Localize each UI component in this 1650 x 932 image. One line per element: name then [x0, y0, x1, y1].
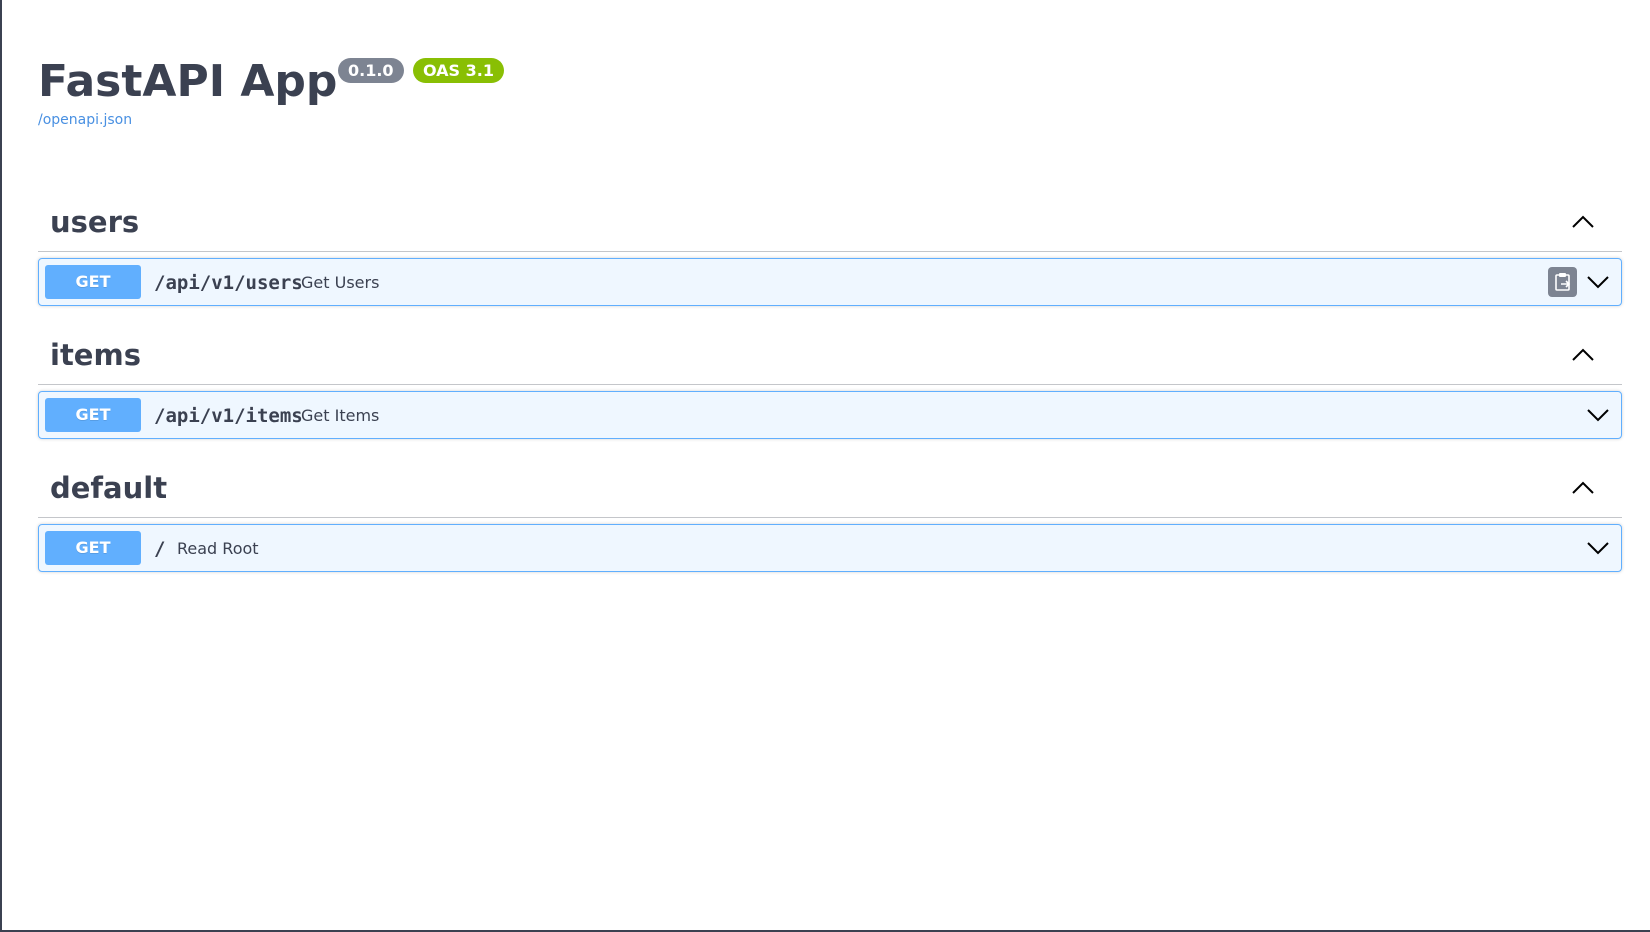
api-info: FastAPI App 0.1.0 OAS 3.1 /openapi.json [38, 0, 1622, 175]
tag-header-default[interactable]: default [38, 441, 1622, 518]
operation-summary: Get Items [301, 406, 380, 425]
operation-summary: Get Users [301, 273, 380, 292]
operation-summary: Read Root [177, 539, 259, 558]
method-badge: GET [45, 398, 141, 432]
chevron-up-icon[interactable] [1570, 342, 1596, 368]
method-badge: GET [45, 531, 141, 565]
tag-section-users: users GET /api/v1/users Get Users [38, 175, 1622, 308]
tag-header-items[interactable]: items [38, 308, 1622, 385]
tag-section-default: default GET / Read Root [38, 441, 1622, 574]
api-title: FastAPI App [38, 56, 338, 107]
operation-get-items[interactable]: GET /api/v1/items Get Items [38, 391, 1622, 439]
chevron-down-icon[interactable] [1585, 269, 1611, 295]
copy-to-clipboard-icon [1555, 273, 1571, 291]
tag-name: users [50, 205, 140, 239]
version-badge: 0.1.0 [338, 58, 404, 83]
operation-read-root[interactable]: GET / Read Root [38, 524, 1622, 572]
operation-path: /api/v1/items [154, 405, 303, 427]
tag-section-items: items GET /api/v1/items Get Items [38, 308, 1622, 441]
chevron-up-icon[interactable] [1570, 475, 1596, 501]
chevron-up-icon[interactable] [1570, 209, 1596, 235]
operation-path: /api/v1/users [154, 272, 303, 294]
operation-path: / [154, 538, 166, 560]
openapi-spec-link[interactable]: /openapi.json [38, 112, 132, 128]
method-badge: GET [45, 265, 141, 299]
chevron-down-icon[interactable] [1585, 402, 1611, 428]
tag-name: default [50, 471, 168, 505]
swagger-wrapper: FastAPI App 0.1.0 OAS 3.1 /openapi.json … [38, 0, 1622, 574]
copy-to-clipboard-button[interactable] [1548, 267, 1577, 297]
chevron-down-icon[interactable] [1585, 535, 1611, 561]
swagger-ui-page: FastAPI App 0.1.0 OAS 3.1 /openapi.json … [0, 0, 1650, 932]
operation-get-users[interactable]: GET /api/v1/users Get Users [38, 258, 1622, 306]
tag-header-users[interactable]: users [38, 175, 1622, 252]
oas-badge: OAS 3.1 [413, 58, 504, 83]
tag-name: items [50, 338, 141, 372]
